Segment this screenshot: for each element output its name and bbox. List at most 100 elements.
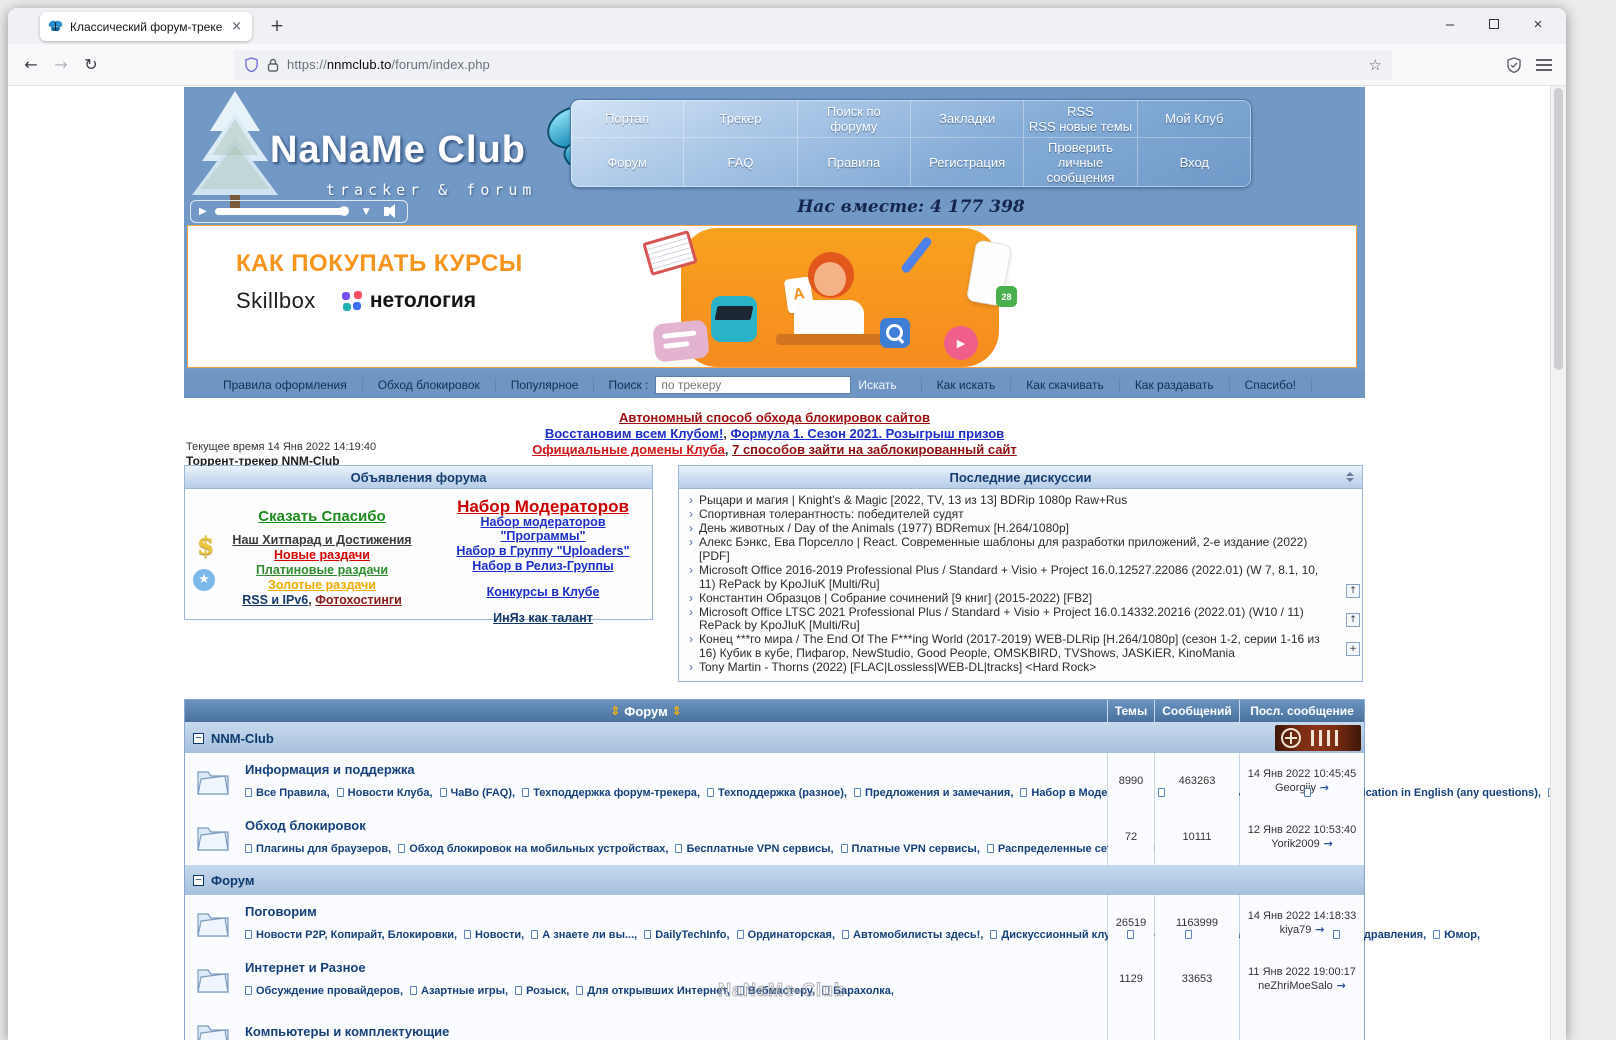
announcement-link[interactable]: Конкурсы в Клубе <box>487 585 600 599</box>
site-logo-title[interactable]: NaNaMe Club <box>270 129 526 172</box>
subforum-link[interactable]: Автомобилисты здесь! <box>842 929 983 941</box>
nav-menu-item[interactable]: Закладки <box>911 100 1025 138</box>
subforum-link[interactable]: Новости P2P, Копирайт, Блокировки <box>245 929 457 941</box>
player-progress-bar[interactable] <box>214 206 349 216</box>
nav-menu-item[interactable]: Регистрация <box>911 138 1025 187</box>
subforum-link[interactable]: ЧаВо (FAQ) <box>439 787 515 799</box>
nav-menu-item[interactable]: Мой Клуб <box>1137 100 1251 138</box>
subforum-link[interactable]: Дискуссионный клуб <box>990 929 1120 941</box>
subforum-link[interactable]: Предложения и замечания <box>853 787 1013 799</box>
audio-player[interactable]: ▶ ▼ <box>190 200 408 223</box>
announcement-link[interactable]: Платиновые раздачи <box>256 563 388 577</box>
forward-button[interactable]: → <box>46 50 76 80</box>
announcement-link[interactable]: Новые раздачи <box>274 548 370 562</box>
forum-title-link[interactable]: Компьютеры и комплектующие <box>245 1024 449 1039</box>
page-scrollbar[interactable] <box>1550 86 1566 1040</box>
scrollbar-thumb[interactable] <box>1554 88 1563 370</box>
panel-collapse-icon[interactable] <box>1344 472 1356 482</box>
column-forum[interactable]: ⇕ Форум ⇕ <box>185 700 1107 723</box>
bookmark-star-icon[interactable]: ☆ <box>1369 56 1382 74</box>
nav-menu-item[interactable]: Портал <box>571 100 685 138</box>
discussion-item[interactable]: Рыцари и магия | Knight's & Magic [2022,… <box>687 493 1337 508</box>
discussion-item[interactable]: Спортивная толерантность: победителей су… <box>687 507 1337 522</box>
back-button[interactable]: ← <box>16 50 46 80</box>
nav-menu-item[interactable]: Трекер <box>684 100 798 138</box>
protections-badge-icon[interactable] <box>1506 56 1522 73</box>
forum-title-link[interactable]: Информация и поддержка <box>245 762 415 777</box>
close-button[interactable]: × <box>1516 10 1560 40</box>
search-input[interactable] <box>655 376 852 394</box>
subnav-link[interactable]: Как искать <box>920 378 1012 392</box>
announcement-link[interactable]: Золотые раздачи <box>268 578 376 592</box>
category-name[interactable]: Форум <box>211 873 254 888</box>
announcement-link[interactable]: Набор в Релиз-Группы <box>472 559 613 573</box>
collapse-icon[interactable] <box>193 874 204 886</box>
announcement-link[interactable]: Набор Модераторов <box>457 497 629 516</box>
expand-button[interactable]: + <box>1346 642 1360 656</box>
lock-icon[interactable] <box>267 58 279 72</box>
planet-banner-image[interactable] <box>1275 725 1361 752</box>
volume-icon[interactable] <box>383 204 395 218</box>
announcement-link[interactable]: Набор модераторов "Программы" <box>480 515 605 543</box>
subnav-link[interactable]: Как скачивать <box>1011 378 1120 392</box>
subnav-link[interactable]: Как раздавать <box>1120 378 1230 392</box>
sort-icon[interactable]: ⇕ <box>672 704 682 718</box>
discussion-item[interactable]: Microsoft Office LTSC 2021 Professional … <box>687 605 1337 633</box>
discussion-item[interactable]: Алекс Бэнкс, Ева Порселло | React. Совре… <box>687 536 1337 563</box>
last-post-user[interactable]: Yorik2009 <box>1271 837 1333 851</box>
subforum-link[interactable]: Азартные игры <box>410 985 508 997</box>
announcement-link[interactable]: Набор в Группу "Uploaders" <box>456 544 629 558</box>
forum-title-link[interactable]: Интернет и Разное <box>245 960 366 975</box>
search-button[interactable]: Искать <box>858 378 906 392</box>
notice-link[interactable]: Автономный способ обхода блокировок сайт… <box>619 410 930 425</box>
category-row[interactable]: Форум <box>185 865 1364 896</box>
subforum-link[interactable]: Ординаторская <box>736 929 835 941</box>
discussion-item[interactable]: Конец ***го мира / The End Of The F***in… <box>687 633 1337 660</box>
subforum-link[interactable]: Платные VPN сервисы <box>840 843 980 855</box>
nav-menu-item[interactable]: FAQ <box>684 138 798 187</box>
scroll-up-button[interactable]: ↑ <box>1346 584 1360 598</box>
announcement-link[interactable]: Фотохостинги <box>315 593 402 607</box>
subforum-link[interactable]: Обход блокировок на мобильных устройства… <box>398 843 668 855</box>
subnav-link[interactable]: Правила оформления <box>208 378 363 392</box>
nav-menu-item[interactable]: Проверить личные сообщения <box>1024 138 1138 187</box>
last-post-user[interactable]: neZhriMoeSalo <box>1258 979 1346 993</box>
play-icon[interactable]: ▶ <box>199 206 207 217</box>
ad-banner[interactable]: КАК ПОКУПАТЬ КУРСЫ Skillbox нетология A … <box>187 225 1357 368</box>
category-name[interactable]: NNM-Club <box>211 731 274 746</box>
subnav-link[interactable]: Спасибо! <box>1230 378 1313 392</box>
discussion-item[interactable]: Microsoft Office 2016-2019 Professional … <box>687 563 1337 591</box>
nav-menu-item[interactable]: Правила <box>798 138 911 187</box>
notice-link[interactable]: Формула 1. Сезон 2021. Розыгрыш призов <box>731 426 1005 441</box>
new-tab-button[interactable]: + <box>264 15 290 39</box>
browser-tab[interactable]: Классический форум-трекер × <box>40 12 252 41</box>
sort-icon[interactable]: ⇕ <box>610 704 620 718</box>
discussion-item[interactable]: Tony Martin - Thorns (2022) [FLAC|Lossle… <box>687 660 1337 675</box>
notice-link[interactable]: , <box>723 426 730 441</box>
announcement-link[interactable]: Наш Хитпарад и Достижения <box>232 533 411 547</box>
subforum-link[interactable]: Все Правила <box>245 787 330 799</box>
announcement-link[interactable]: ИнЯз как талант <box>493 611 593 625</box>
nav-menu-item[interactable]: Поиск по форуму <box>797 100 911 138</box>
forum-title-link[interactable]: Поговорим <box>245 904 317 919</box>
subforum-link[interactable]: DailyTechInfo <box>644 929 730 941</box>
minimize-button[interactable]: – <box>1428 10 1472 40</box>
notice-link[interactable]: 7 способов зайти на заблокированный сайт <box>732 442 1017 457</box>
menu-icon[interactable] <box>1536 58 1552 71</box>
subforum-link[interactable]: Бесплатные VPN сервисы <box>675 843 834 855</box>
subforum-link[interactable]: Плагины для браузеров <box>245 843 391 855</box>
subnav-link[interactable]: Обход блокировок <box>362 378 496 392</box>
subforum-link[interactable]: Розыск <box>515 985 569 997</box>
subforum-link[interactable]: Барахолка <box>822 985 894 997</box>
nav-menu-item[interactable]: Форум <box>571 138 685 187</box>
tab-close-icon[interactable]: × <box>229 19 244 34</box>
subforum-link[interactable]: Вебмастеру <box>736 985 815 997</box>
notice-link[interactable]: Официальные домены Клуба <box>532 442 725 457</box>
announcement-link[interactable]: RSS и IPv6 <box>242 593 308 607</box>
discussion-item[interactable]: Константин Образцов | Собрание сочинений… <box>687 591 1337 606</box>
forum-title-link[interactable]: Обход блокировок <box>245 818 366 833</box>
tracking-shield-icon[interactable] <box>244 56 259 73</box>
subforum-link[interactable]: Новости Клуба <box>336 787 433 799</box>
announcement-link[interactable]: Сказать Спасибо <box>258 508 385 525</box>
subforum-link[interactable]: Обсуждение провайдеров <box>245 985 403 997</box>
